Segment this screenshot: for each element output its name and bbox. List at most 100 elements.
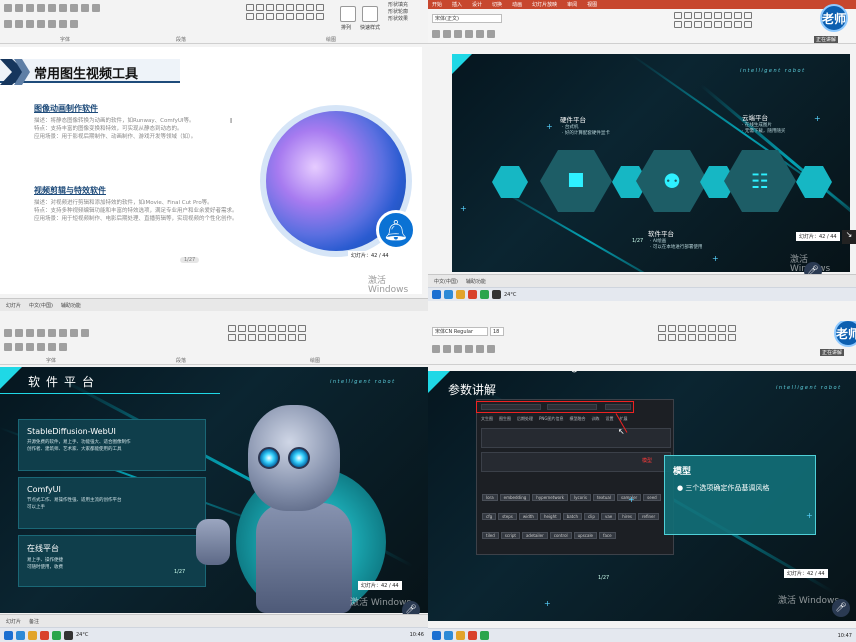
wechat-icon[interactable]: [480, 290, 489, 299]
section2-body: 描述：对视频进行剪辑和添加特效的软件，如iMovie、Final Cut Pro…: [34, 200, 238, 222]
page-indicator: 1/27: [174, 569, 186, 575]
ppt-icon[interactable]: [468, 290, 477, 299]
model-item: ● 三个选项确定作品基调风格: [677, 484, 770, 492]
numbering-icon[interactable]: [15, 20, 23, 28]
title-underline: [0, 393, 220, 394]
slide[interactable]: 常用图生视频工具 图像动画制作软件 描述：将静态图像转换为动画的软件，如Runw…: [0, 47, 422, 295]
wechat-icon[interactable]: [480, 631, 489, 640]
bold-icon[interactable]: [4, 4, 12, 12]
corner-accent: [428, 371, 450, 393]
teacher-avatar[interactable]: 老师: [820, 4, 848, 32]
case-icon[interactable]: [70, 4, 78, 12]
robot-hand: [196, 519, 230, 565]
prompt-box[interactable]: [481, 428, 671, 448]
slide[interactable]: 软件平台 intelligent robot StableDiffusion-W…: [0, 367, 428, 613]
node3-title: 软件平台: [648, 230, 674, 238]
arrange-label: 排列: [341, 25, 352, 31]
node3-sub: · AI绘画 · 可以在本地进行部署使用: [650, 239, 703, 250]
wechat-icon[interactable]: [52, 630, 61, 640]
justify-icon[interactable]: [59, 20, 67, 28]
sparkle-icon: +: [544, 599, 551, 608]
teacher-label: 正在讲解: [814, 36, 839, 43]
font-size-box[interactable]: 18: [490, 327, 504, 336]
params-pills: lora embedding hypernetwork lycoris textual s…: [481, 484, 671, 552]
ribbon: 开始 插入 设计 切换 动画 幻灯片放映 审阅 视图 宋体(正文): [428, 0, 856, 44]
quick-styles-button[interactable]: [362, 6, 378, 22]
app-icon[interactable]: [64, 630, 73, 640]
folder-icon[interactable]: [28, 630, 37, 640]
slide-note: 幻灯片：42 / 44: [358, 581, 402, 590]
align-right-icon[interactable]: [48, 20, 56, 28]
taskbar: 24°C: [428, 287, 856, 301]
node1-sub: · 台式机 · 好的计算配套硬件显卡: [562, 125, 610, 136]
mic-icon[interactable]: 🎤︎: [832, 599, 850, 617]
ppt-icon[interactable]: [40, 630, 49, 640]
font-group-label: 字体: [46, 358, 57, 364]
card-webui[interactable]: StableDiffusion-WebUI 开源免费的软件，易上手、功能强大、适…: [18, 419, 206, 471]
webui-screenshot[interactable]: 文生图 图生图 后期处理 PNG图片信息 模型融合 训练 设置 扩展 lora embeddin…: [476, 399, 674, 555]
quadrant-top-right: 开始 插入 设计 切换 动画 幻灯片放映 审阅 视图 宋体(正文) 老师 正在讲解 intel…: [428, 0, 856, 321]
slide-tagline: intelligent robot: [740, 68, 806, 74]
robot-body: [256, 503, 352, 613]
bell-icon: 🔔︎: [376, 210, 416, 250]
page-indicator: 1/27: [632, 238, 644, 244]
rotate-handle-icon[interactable]: ↻: [570, 371, 578, 376]
folder-icon[interactable]: [456, 631, 465, 640]
card-desc: 开源免费的软件，易上手、功能强大、适合图像制作 创作者、建筑师、艺术家、大家都能使…: [27, 440, 131, 452]
underline-icon[interactable]: [26, 4, 34, 12]
start-icon[interactable]: [4, 630, 13, 640]
align-left-icon[interactable]: [26, 20, 34, 28]
folder-icon[interactable]: [456, 290, 465, 299]
sparkle-icon: +: [712, 254, 719, 263]
highlight-icon[interactable]: [81, 4, 89, 12]
edge-icon[interactable]: [444, 290, 453, 299]
teacher-label: 正在讲解: [820, 349, 845, 356]
start-icon[interactable]: [432, 290, 441, 299]
strike-icon[interactable]: [37, 4, 45, 12]
font-name-box[interactable]: 宋体CN Regular: [432, 327, 488, 336]
ribbon-tabs[interactable]: 开始 插入 设计 切换 动画 幻灯片放映 审阅 视图: [432, 1, 597, 8]
card-online[interactable]: 在线平台 易上手、操作便捷 可随时使用，收费: [18, 535, 206, 587]
resize-icon[interactable]: ↘: [842, 230, 856, 244]
edge-icon[interactable]: [16, 630, 25, 640]
font-color-icon[interactable]: [92, 4, 100, 12]
shapes-gallery[interactable]: [674, 12, 752, 28]
italic-icon[interactable]: [15, 4, 23, 12]
shadow-icon[interactable]: [48, 4, 56, 12]
model-callout-card[interactable]: 模型 ● 三个选项确定作品基调风格: [664, 455, 816, 535]
slide[interactable]: 参数讲解 intelligent robot ↻ 文生图图生图后期处理PNG图片…: [428, 371, 856, 621]
para-row: [4, 341, 67, 353]
quadrant-top-left: 排列 快速样式 形状填充 形状轮廓 形状效果 字体 段落 绘图 常用图生视频工具 图…: [0, 0, 428, 321]
align-center-icon[interactable]: [37, 20, 45, 28]
shape-options[interactable]: 形状填充 形状轮廓 形状效果: [388, 2, 408, 23]
draw-group-label: 绘图: [310, 358, 321, 364]
shapes-gallery[interactable]: [228, 325, 306, 341]
app-icon[interactable]: [492, 290, 501, 299]
page-indicator: 1/27: [180, 257, 200, 263]
hex-cloud: ☷: [724, 150, 796, 212]
shapes-gallery[interactable]: [246, 4, 324, 20]
ppt-icon[interactable]: [468, 631, 477, 640]
start-icon[interactable]: [432, 631, 441, 640]
webui-tabs[interactable]: 文生图 图生图 后期处理 PNG图片信息 模型融合 训练 设置 扩展: [481, 416, 628, 422]
weather-temp: 24°C: [504, 291, 517, 298]
slide[interactable]: intelligent robot ⯀ ⚉ ☷ 硬件平台 · 台式机 · 好的计算…: [452, 54, 850, 272]
columns-icon[interactable]: [70, 20, 78, 28]
clock: 10:46: [409, 632, 424, 638]
font-row: [432, 28, 495, 40]
robot-eye-left: [258, 447, 280, 469]
spacing-icon[interactable]: [59, 4, 67, 12]
arrange-button[interactable]: [340, 6, 356, 22]
font-row: [432, 343, 495, 355]
slide-title: 常用图生视频工具: [34, 67, 139, 82]
bullets-icon[interactable]: [4, 20, 12, 28]
sparkle-icon: +: [460, 204, 467, 213]
edge-icon[interactable]: [444, 631, 453, 640]
shapes-gallery[interactable]: [658, 325, 736, 341]
head-icon: ⚉: [663, 169, 681, 193]
status-bar: 幻灯片 中文(中国) 辅助功能: [0, 298, 428, 311]
card-comfyui[interactable]: ComfyUI 节点式工作、易操作性强、适用主流的创作平台 可以上手: [18, 477, 206, 529]
font-name-box[interactable]: 宋体(正文): [432, 14, 502, 23]
slide-note: 幻灯片：42 / 44: [796, 232, 840, 241]
draw-group-label: 绘图: [326, 37, 337, 43]
